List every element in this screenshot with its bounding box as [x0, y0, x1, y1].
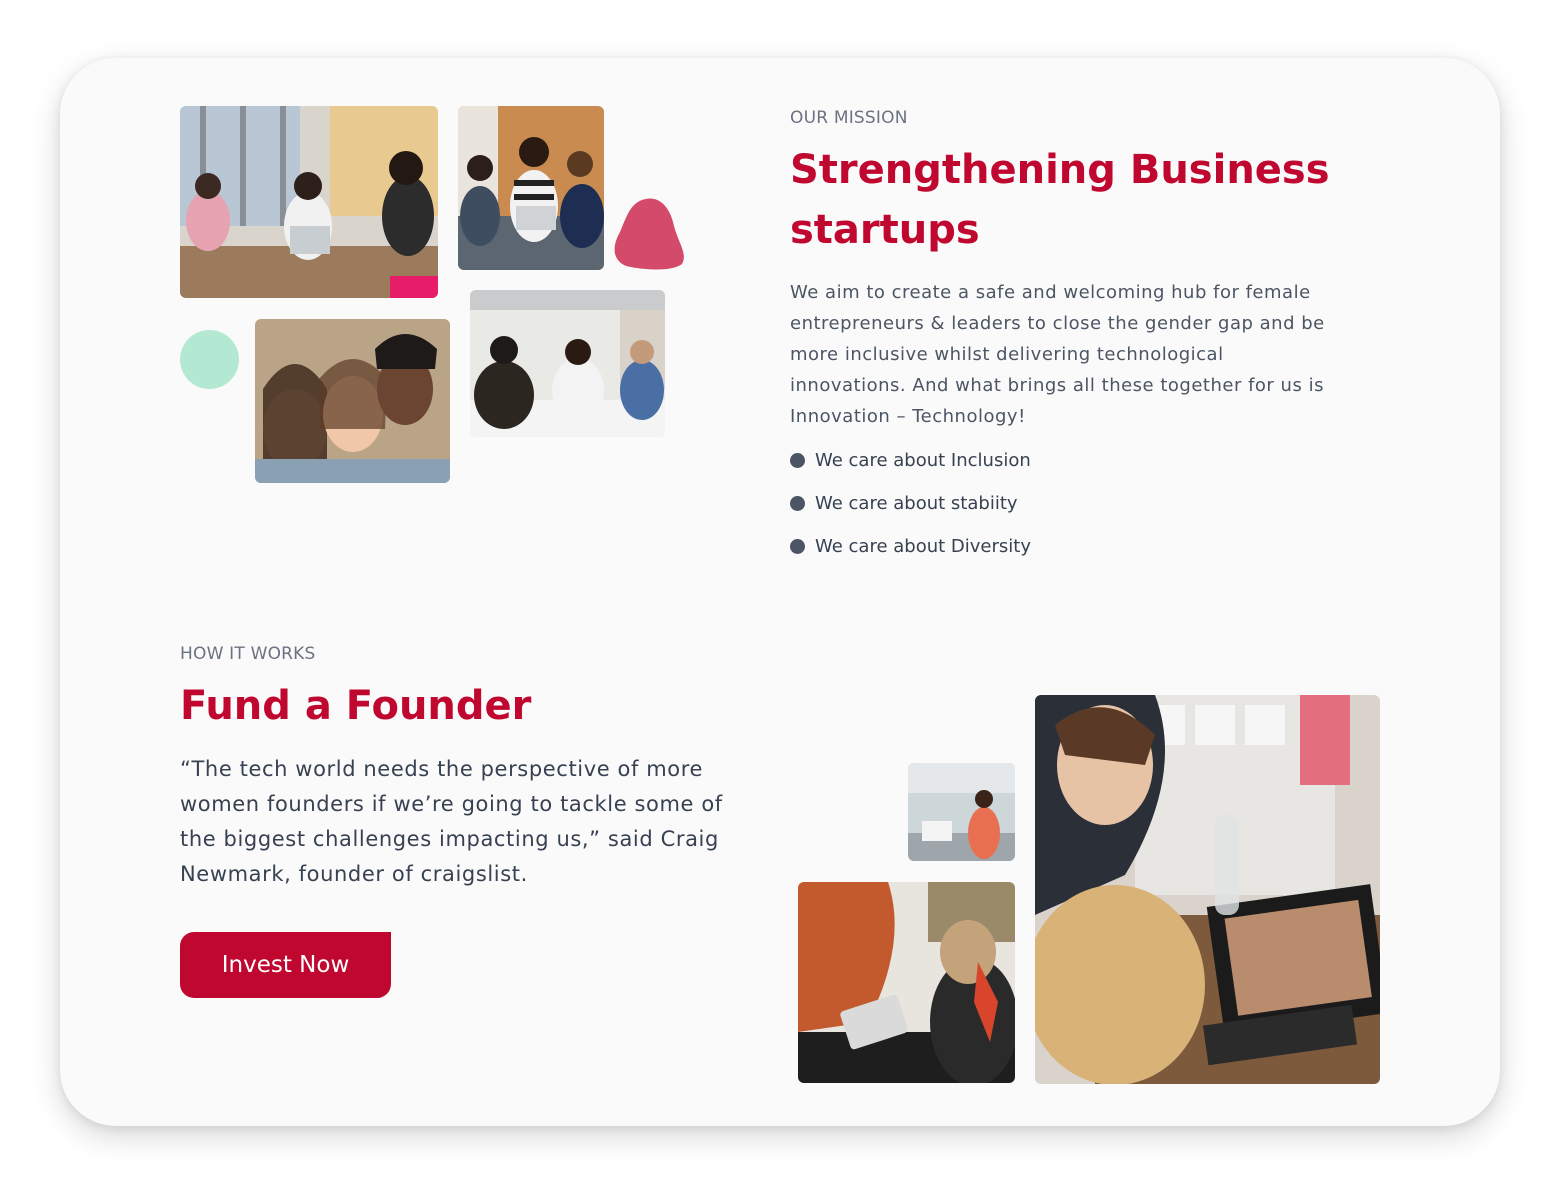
photo-friends-selfie: [255, 319, 450, 483]
founder-quote: “The tech world needs the perspective of…: [180, 757, 723, 886]
value-label: We care about stabiity: [815, 493, 1018, 514]
decorative-pink-blob: [614, 198, 684, 270]
bullet-dot: [790, 453, 805, 468]
value-item-stability: We care about stabiity: [790, 493, 1018, 514]
photo-meeting-room: [180, 106, 438, 298]
value-item-inclusion: We care about Inclusion: [790, 450, 1031, 471]
value-label: We care about Inclusion: [815, 450, 1031, 471]
mission-description: We aim to create a safe and welcoming hu…: [790, 282, 1325, 427]
how-it-works-eyebrow: HOW IT WORKS: [180, 644, 316, 664]
mission-title: Strengthening Business startups: [790, 147, 1330, 253]
photo-laptop-meeting: [1035, 695, 1380, 1084]
decorative-mint-circle: [180, 330, 239, 389]
photo-woman-presenting: [908, 763, 1015, 861]
bullet-dot: [790, 539, 805, 554]
how-it-works-title: Fund a Founder: [180, 683, 532, 729]
photo-office-discussion: [470, 290, 665, 437]
value-label: We care about Diversity: [815, 536, 1031, 557]
value-item-diversity: We care about Diversity: [790, 536, 1031, 557]
photo-laptop-group: [458, 106, 604, 270]
mission-eyebrow: OUR MISSION: [790, 108, 908, 128]
invest-now-button[interactable]: Invest Now: [180, 932, 391, 998]
photo-tablet-collaboration: [798, 882, 1015, 1083]
content-card: OUR MISSION Strengthening Business start…: [60, 58, 1500, 1126]
bullet-dot: [790, 496, 805, 511]
